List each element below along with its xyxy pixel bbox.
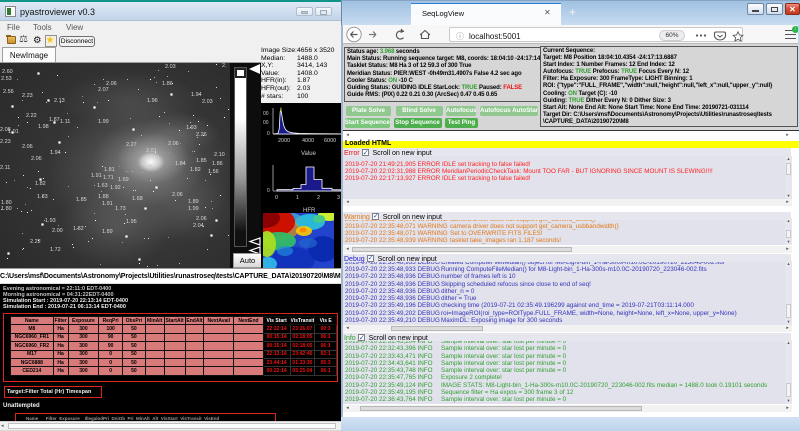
svg-text:0: 0 [267, 131, 270, 137]
svg-text:0: 0 [267, 188, 270, 194]
svg-text:00: 00 [263, 111, 269, 117]
svg-text:2: 2 [317, 195, 320, 201]
svg-text:00: 00 [263, 120, 269, 126]
svg-text:4000: 4000 [302, 138, 314, 144]
svg-text:6000: 6000 [324, 138, 336, 144]
svg-text:3: 3 [337, 195, 340, 201]
svg-text:1: 1 [296, 195, 299, 201]
svg-text:2000: 2000 [278, 138, 290, 144]
svg-text:Value: Value [301, 151, 317, 157]
svg-text:0: 0 [275, 195, 278, 201]
